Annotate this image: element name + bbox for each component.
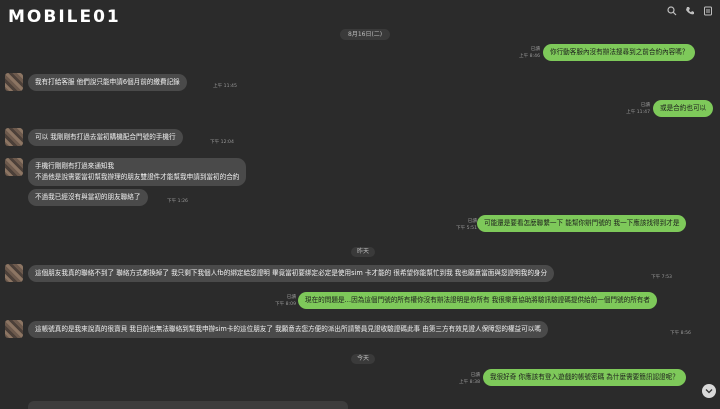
message-bubble-outgoing[interactable]: 或是合約也可以 — [653, 100, 714, 117]
message-bubble-incoming[interactable]: 這帳號真的是我來說真的很寶貝 我目前也無法聯絡到幫我申辦sim卡的這位朋友了 我… — [28, 321, 548, 338]
chevron-down-icon — [705, 388, 713, 398]
read-receipt: 已讀 — [286, 295, 296, 300]
message-time: 下午 8:56 — [670, 331, 691, 336]
message-line: 手機行剛剛有打過來通知我 — [35, 162, 115, 170]
message-time: 上午 8:38 — [459, 380, 480, 385]
read-receipt: 已讀 — [640, 103, 650, 108]
read-receipt: 已讀 — [470, 373, 480, 378]
day-divider: 今天 — [351, 354, 376, 364]
message-time: 上午 11:45 — [213, 84, 237, 89]
message-bubble-incoming[interactable]: 我有打給客服 他們說只能申請6個月前的繳費記錄 — [28, 74, 187, 91]
logo-text: MOBILE01 — [8, 7, 121, 27]
search-icon[interactable] — [666, 6, 678, 18]
avatar[interactable] — [5, 320, 23, 338]
message-time: 下午 5:51 — [456, 226, 477, 231]
message-bubble-incoming[interactable]: 可以 我剛剛有打過去當初購機配合門號的手機行 — [28, 129, 183, 146]
avatar[interactable] — [5, 264, 23, 282]
message-bubble-outgoing[interactable]: 現在的問題是…因為這個門號的所有權你沒有辦法證明是你所有 我很樂意協助將驗訊驗證… — [298, 292, 657, 309]
top-icons — [666, 6, 714, 18]
logo: MOBILE01 — [8, 7, 121, 27]
phone-icon[interactable] — [684, 6, 696, 18]
message-bubble-outgoing[interactable]: 我很好奇 你應該有登入遊戲的帳號密碼 為什麼需要簡訊認證呢？ — [483, 369, 686, 386]
read-receipt: 已讀 — [530, 47, 540, 52]
message-bubble-incoming[interactable]: 手機行剛剛有打過來通知我 不過他是說需要當初幫我辦理的朋友雙證件才能幫我申請到當… — [28, 158, 247, 186]
message-line: 不過他是說需要當初幫我辦理的朋友雙證件才能幫我申請到當初的合約 — [35, 173, 240, 181]
avatar[interactable] — [5, 158, 23, 176]
message-bubble-outgoing[interactable]: 可能還是要看怎麼聯繫一下 能幫你辦門號的 我一下應該找得到才是 — [477, 215, 687, 232]
message-bubble-incoming[interactable]: 這個朋友我真的聯絡不到了 聯絡方式都換掉了 我只剩下我個人fb的綁定給您證明 畢… — [28, 265, 555, 282]
message-time: 上午 11:47 — [626, 110, 650, 115]
message-time: 下午 1:26 — [167, 199, 188, 204]
message-bubble-outgoing[interactable]: 你行動客服內沒有辦法搜尋到之前合約內容嗎？ — [543, 44, 696, 61]
partial-message — [28, 401, 348, 409]
day-divider: 昨天 — [351, 247, 376, 257]
message-time: 上午 8:46 — [519, 54, 540, 59]
message-time: 下午 8:09 — [275, 302, 296, 307]
menu-icon[interactable] — [702, 6, 714, 18]
message-time: 下午 7:53 — [651, 275, 672, 280]
date-header: 8月16日(二) — [340, 29, 391, 40]
avatar[interactable] — [5, 73, 23, 91]
read-receipt: 已讀 — [467, 219, 477, 224]
avatar[interactable] — [5, 128, 23, 146]
message-time: 下午 12:04 — [210, 140, 234, 145]
top-bar: MOBILE01 — [0, 0, 720, 30]
message-bubble-incoming[interactable]: 不過我已經沒有與當初的朋友聯絡了 — [28, 189, 148, 206]
scroll-down-button[interactable] — [702, 384, 716, 398]
